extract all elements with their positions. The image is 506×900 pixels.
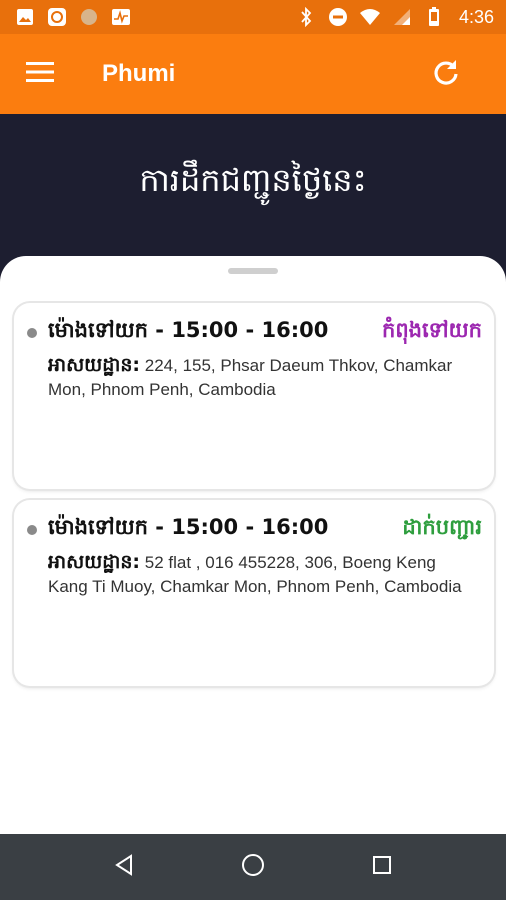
battery-icon	[423, 7, 445, 27]
recents-icon	[372, 855, 392, 879]
app-bar: Phumi	[0, 34, 506, 114]
image-icon	[14, 7, 36, 27]
recents-button[interactable]	[352, 837, 412, 897]
address-label: អាសយដ្ឋាន:	[48, 551, 141, 573]
home-icon	[241, 853, 265, 881]
bullet-dot	[27, 328, 37, 338]
system-nav-bar	[0, 834, 506, 900]
home-button[interactable]	[223, 837, 283, 897]
app-icon	[46, 7, 68, 27]
delivery-address: អាសយដ្ឋាន: 224, 155, Phsar Daeum Thkov, …	[48, 353, 478, 402]
bullet-dot	[27, 525, 37, 535]
delivery-status: កំពុងទៅយក	[382, 318, 482, 342]
refresh-button[interactable]	[406, 34, 486, 114]
pickup-time-label: ម៉ោងទៅយក - 15:00 - 16:00	[48, 318, 329, 342]
signal-icon	[391, 7, 413, 27]
sheet-drag-handle[interactable]	[228, 268, 278, 274]
status-left-icons	[14, 7, 132, 27]
back-icon	[113, 853, 135, 881]
delivery-card[interactable]: ម៉ោងទៅយក - 15:00 - 16:00 កំពុងទៅយក អាសយដ…	[14, 303, 494, 489]
page-title: ការដឹកជញ្ជូនថ្ងៃនេះ	[139, 161, 367, 199]
delivery-card[interactable]: ម៉ោងទៅយក - 15:00 - 16:00 ដាក់បញ្ជារ អាសយ…	[14, 500, 494, 686]
delivery-status: ដាក់បញ្ជារ	[402, 515, 482, 539]
status-right-icons: 4:36	[295, 7, 494, 28]
bluetooth-icon	[295, 7, 317, 27]
status-time: 4:36	[458, 6, 494, 27]
refresh-icon	[432, 58, 460, 90]
delivery-address: អាសយដ្ឋាន: 52 flat , 016 455228, 306, Bo…	[48, 550, 478, 599]
app-title: Phumi	[102, 60, 176, 87]
address-label: អាសយដ្ឋាន:	[48, 354, 141, 376]
wifi-icon	[359, 7, 381, 27]
activity-icon	[110, 7, 132, 27]
circle-icon	[78, 7, 100, 27]
pickup-time-label: ម៉ោងទៅយក - 15:00 - 16:00	[48, 515, 329, 539]
menu-icon	[26, 61, 54, 87]
do-not-disturb-icon	[327, 7, 349, 27]
back-button[interactable]	[94, 837, 154, 897]
status-bar: 4:36	[0, 0, 506, 34]
menu-button[interactable]	[0, 34, 80, 114]
